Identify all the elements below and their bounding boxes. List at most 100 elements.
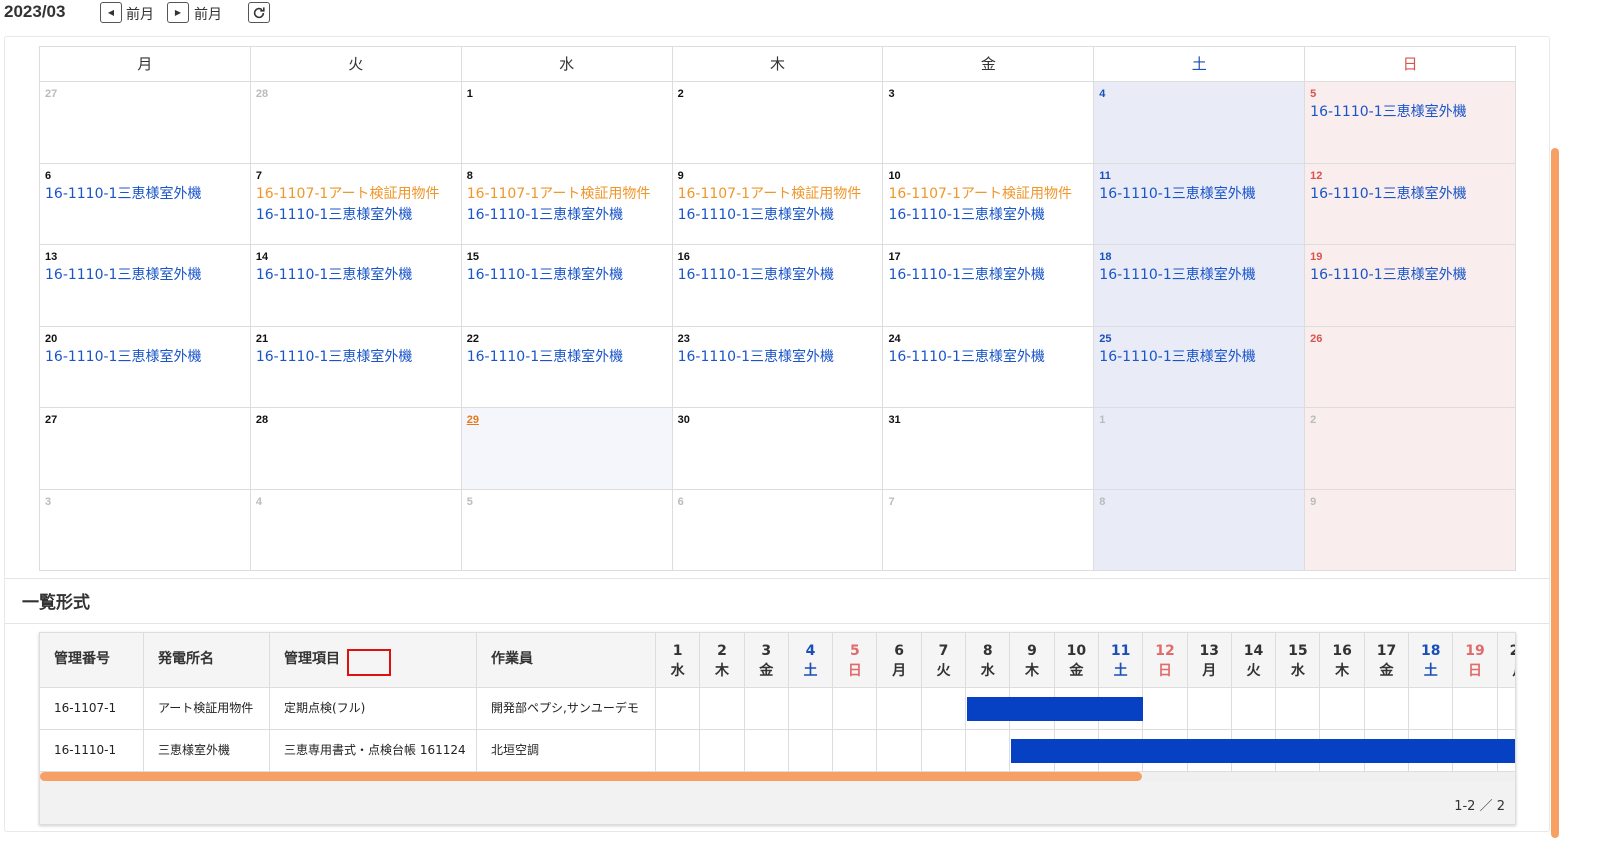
calendar-event[interactable]: 16-1110-1三恵様室外機 (45, 184, 245, 205)
calendar-day-cell[interactable]: 26 (1305, 326, 1517, 408)
schedule-bar[interactable] (967, 697, 1144, 721)
day-number: 22 (466, 332, 479, 345)
day-column-header: 14 火 (1232, 633, 1277, 688)
calendar-day-cell[interactable]: 11 16-1110-1三恵様室外機 (1094, 163, 1306, 245)
weekday-5: 土 (1094, 47, 1306, 82)
calendar-day-cell[interactable]: 18 16-1110-1三恵様室外機 (1094, 245, 1306, 327)
day-number[interactable]: 29 (467, 414, 667, 428)
calendar-event[interactable]: 16-1110-1三恵様室外機 (256, 265, 456, 286)
calendar-day-cell[interactable]: 5 16-1110-1三恵様室外機 (1305, 82, 1517, 164)
calendar-event[interactable]: 16-1110-1三恵様室外機 (467, 205, 667, 226)
calendar-day-cell[interactable]: 2 (1305, 408, 1517, 490)
calendar-day-cell[interactable]: 25 16-1110-1三恵様室外機 (1094, 326, 1306, 408)
day-column-header: 20月 (1498, 633, 1515, 688)
calendar-day-cell[interactable]: 19 16-1110-1三恵様室外機 (1305, 245, 1517, 327)
calendar-day-cell[interactable]: 4 (250, 489, 462, 571)
calendar-event[interactable]: 16-1110-1三恵様室外機 (678, 265, 878, 286)
calendar-event[interactable]: 16-1110-1三恵様室外機 (678, 205, 878, 226)
day-number: 7 (888, 495, 895, 508)
calendar-event[interactable]: 16-1110-1三恵様室外機 (45, 347, 245, 368)
refresh-button[interactable] (248, 2, 270, 23)
next-month-button[interactable]: ▶ (167, 2, 189, 23)
day-number: 30 (677, 414, 690, 426)
calendar-event[interactable]: 16-1107-1アート検証用物件 (256, 184, 456, 205)
calendar-event[interactable]: 16-1110-1三恵様室外機 (678, 347, 878, 368)
calendar-day-cell[interactable]: 24 16-1110-1三恵様室外機 (883, 326, 1095, 408)
day-column-weekday: 水 (1290, 663, 1305, 679)
calendar-day-cell[interactable]: 8 16-1107-1アート検証用物件 16-1110-1三恵様室外機 (461, 163, 673, 245)
table-row[interactable]: 16-1107-1 アート検証用物件 定期点検(フル) 開発部ペプシ,サンユーデモ (40, 688, 1515, 730)
calendar-day-cell[interactable]: 7 16-1107-1アート検証用物件 16-1110-1三恵様室外機 (250, 163, 462, 245)
calendar-day-cell[interactable]: 9 16-1107-1アート検証用物件 16-1110-1三恵様室外機 (672, 163, 884, 245)
calendar-event[interactable]: 16-1110-1三恵様室外機 (467, 347, 667, 368)
calendar-event[interactable]: 16-1110-1三恵様室外機 (45, 265, 245, 286)
calendar-event[interactable]: 16-1107-1アート検証用物件 (467, 184, 667, 205)
day-number: 8 (1099, 495, 1106, 508)
day-column-date: 6 (894, 643, 905, 659)
calendar-day-cell[interactable]: 1 (461, 82, 673, 164)
calendar-day-cell[interactable]: 23 16-1110-1三恵様室外機 (672, 326, 884, 408)
prev-month-button[interactable]: ◀ (100, 2, 122, 23)
vertical-scrollbar[interactable] (1551, 148, 1559, 838)
calendar-body: 27 28 1 2 3 4 5 16-1110-1三恵様室外機 6 16-1110-1三恵様室外機… (40, 82, 1517, 571)
day-column-header: 19 日 (1453, 633, 1498, 688)
calendar-day-cell[interactable]: 30 (672, 408, 884, 490)
schedule-bar[interactable] (1011, 739, 1515, 763)
calendar-event[interactable]: 16-1110-1三恵様室外機 (1099, 265, 1299, 286)
calendar-event[interactable]: 16-1110-1三恵様室外機 (1310, 184, 1510, 205)
column-header-worker[interactable]: 作業員 (477, 633, 656, 688)
calendar-day-cell[interactable]: 15 16-1110-1三恵様室外機 (461, 245, 673, 327)
calendar-day-cell[interactable]: 17 16-1110-1三恵様室外機 (883, 245, 1095, 327)
day-cell (700, 730, 745, 772)
horizontal-scrollbar[interactable] (40, 772, 1142, 781)
calendar-event[interactable]: 16-1110-1三恵様室外機 (888, 265, 1088, 286)
calendar-day-cell[interactable]: 5 (461, 489, 673, 571)
calendar-day-cell[interactable]: 27 (40, 408, 251, 490)
calendar-day-cell[interactable]: 12 16-1110-1三恵様室外機 (1305, 163, 1517, 245)
calendar-day-cell[interactable]: 22 16-1110-1三恵様室外機 (461, 326, 673, 408)
calendar-day-cell[interactable]: 8 (1094, 489, 1306, 571)
day-column-header: 16 木 (1321, 633, 1365, 688)
day-column-weekday: 土 (1113, 663, 1128, 679)
day-number: 12 (1310, 169, 1323, 182)
table-row[interactable]: 16-1110-1 三恵様室外機 三恵専用書式・点検台帳 161124 北垣空調 (40, 730, 1515, 772)
calendar-day-cell[interactable]: 4 (1094, 82, 1306, 164)
calendar-day-cell[interactable]: 27 (40, 82, 251, 164)
calendar-event[interactable]: 16-1110-1三恵様室外機 (467, 265, 667, 286)
calendar-day-cell[interactable]: 31 (883, 408, 1095, 490)
column-header-management-no[interactable]: 管理番号 (40, 633, 144, 688)
calendar-day-cell[interactable]: 6 (672, 489, 884, 571)
calendar-day-cell[interactable]: 28 (250, 82, 462, 164)
calendar-day-cell[interactable]: 6 16-1110-1三恵様室外機 (40, 163, 251, 245)
calendar-event[interactable]: 16-1110-1三恵様室外機 (256, 205, 456, 226)
calendar-day-cell[interactable]: 3 (883, 82, 1095, 164)
calendar-day-cell[interactable]: 13 16-1110-1三恵様室外機 (40, 245, 251, 327)
calendar-day-cell[interactable]: 20 16-1110-1三恵様室外機 (40, 326, 251, 408)
day-column-date: 20 (1498, 641, 1515, 661)
cell-worker: 北垣空調 (477, 730, 656, 772)
calendar-event[interactable]: 16-1110-1三恵様室外機 (1099, 184, 1299, 205)
calendar-event[interactable]: 16-1110-1三恵様室外機 (256, 347, 456, 368)
calendar-day-cell[interactable]: 3 (40, 489, 251, 571)
prev-month-label[interactable]: 前月 (126, 4, 154, 24)
next-month-label[interactable]: 前月 (194, 4, 222, 24)
calendar-day-cell[interactable]: 2 (672, 82, 884, 164)
calendar-event[interactable]: 16-1110-1三恵様室外機 (888, 205, 1088, 226)
calendar-event[interactable]: 16-1110-1三恵様室外機 (1099, 347, 1299, 368)
calendar-day-cell[interactable]: 14 16-1110-1三恵様室外機 (250, 245, 462, 327)
calendar-day-cell[interactable]: 29 (461, 408, 673, 490)
calendar-event[interactable]: 16-1110-1三恵様室外機 (1310, 265, 1510, 286)
column-header-plant-name[interactable]: 発電所名 (144, 633, 270, 688)
calendar-day-cell[interactable]: 10 16-1107-1アート検証用物件 16-1110-1三恵様室外機 (883, 163, 1095, 245)
calendar-event[interactable]: 16-1110-1三恵様室外機 (888, 347, 1088, 368)
calendar-event[interactable]: 16-1107-1アート検証用物件 (888, 184, 1088, 205)
calendar-event[interactable]: 16-1110-1三恵様室外機 (1310, 102, 1510, 123)
calendar-day-cell[interactable]: 28 (250, 408, 462, 490)
grid-footer: 1-2 ／ 2 (40, 781, 1515, 824)
calendar-day-cell[interactable]: 7 (883, 489, 1095, 571)
calendar-day-cell[interactable]: 21 16-1110-1三恵様室外機 (250, 326, 462, 408)
calendar-day-cell[interactable]: 9 (1305, 489, 1517, 571)
calendar-day-cell[interactable]: 16 16-1110-1三恵様室外機 (672, 245, 884, 327)
calendar-day-cell[interactable]: 1 (1094, 408, 1306, 490)
calendar-event[interactable]: 16-1107-1アート検証用物件 (678, 184, 878, 205)
